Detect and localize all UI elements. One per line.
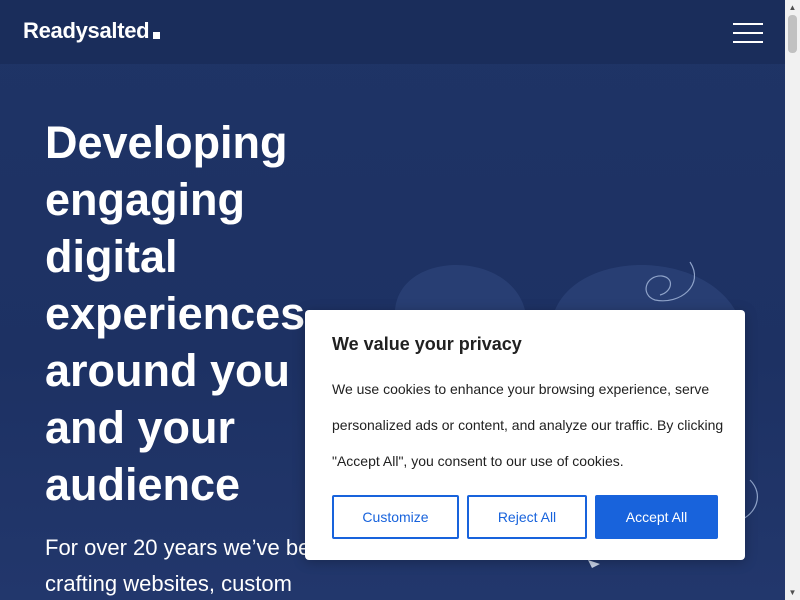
customize-button[interactable]: Customize <box>332 495 459 539</box>
hero-shape <box>395 265 525 310</box>
reject-all-button[interactable]: Reject All <box>467 495 587 539</box>
hero-shape <box>588 560 600 568</box>
cookie-description: We use cookies to enhance your browsing … <box>332 381 724 469</box>
hero-title: Developing engaging digital experiences … <box>45 117 306 510</box>
arrow-down-icon[interactable]: ▼ <box>785 585 800 600</box>
hero-shape <box>555 265 735 310</box>
accept-all-button[interactable]: Accept All <box>595 495 718 539</box>
cookie-title: We value your privacy <box>332 334 522 354</box>
cookie-consent-banner: We value your privacy We use cookies to … <box>305 310 745 560</box>
vertical-scrollbar[interactable]: ▲ ▼ <box>785 0 800 600</box>
arrow-up-icon[interactable]: ▲ <box>785 0 800 15</box>
hero-subtitle: For over 20 years we’ve been crafting we… <box>45 535 335 596</box>
scrollbar-thumb[interactable] <box>788 15 797 53</box>
